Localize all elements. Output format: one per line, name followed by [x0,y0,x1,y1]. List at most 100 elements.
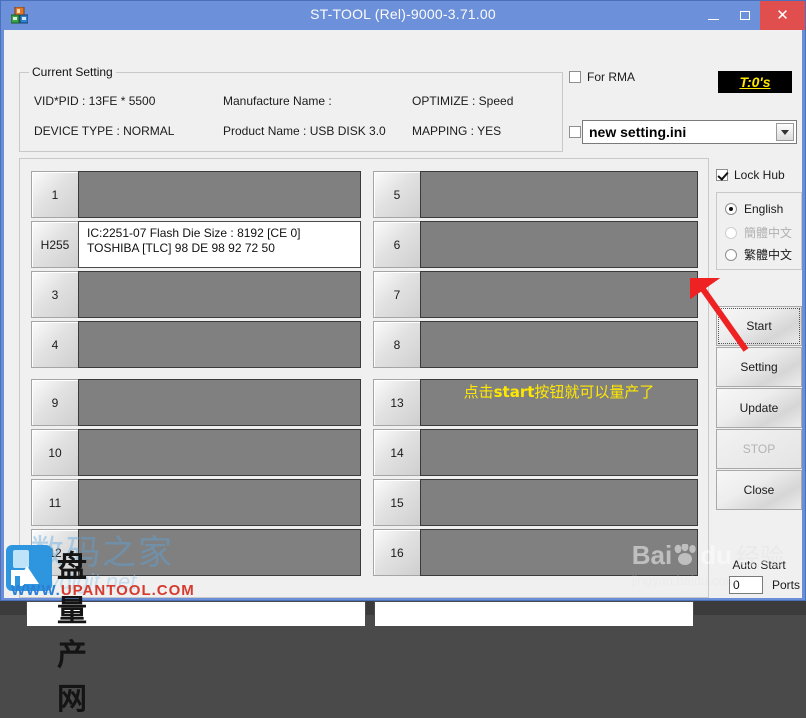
optimize-value: OPTIMIZE : Speed [412,94,514,108]
port-status [420,271,698,318]
auto-start-input[interactable]: 0 [729,576,763,594]
port-button[interactable]: 9 [31,379,78,426]
setting-button[interactable]: Setting [716,347,802,387]
port-button[interactable]: 13 [373,379,420,426]
port-button[interactable]: 6 [373,221,420,268]
port-status [420,171,698,218]
lock-hub-label: Lock Hub [734,168,785,182]
port-row[interactable]: 4 [31,321,361,368]
language-label: English [744,202,784,216]
port-button[interactable]: 3 [31,271,78,318]
port-status: IC:2251-07 Flash Die Size : 8192 [CE 0] … [78,221,361,268]
radio-dot-icon [725,226,737,239]
port-row[interactable]: 16 [373,529,698,576]
auto-start-row: 0 Ports [716,576,802,594]
port-button[interactable]: 7 [373,271,420,318]
port-row[interactable]: 10 [31,429,361,476]
for-rma-checkbox[interactable]: For RMA [569,70,635,84]
window-titlebar[interactable]: ST-TOOL (Rel)-9000-3.71.00 ✕ [1,1,805,30]
right-control-rail: Lock Hub English 簡體中文 繁體中文 Start Setting… [716,68,802,598]
port-row[interactable]: 14 [373,429,698,476]
language-radio-english[interactable]: English [725,202,783,216]
port-row[interactable]: 3 [31,271,361,318]
window-title: ST-TOOL (Rel)-9000-3.71.00 [310,6,496,22]
port-row[interactable]: 7 [373,271,698,318]
ports-panel: 1 H255 IC:2251-07 Flash Die Size : 8192 … [19,158,709,598]
current-setting-legend: Current Setting [29,65,116,79]
port-status-line: IC:2251-07 Flash Die Size : 8192 [CE 0] [87,226,301,240]
port-button[interactable]: 11 [31,479,78,526]
port-row[interactable]: 9 [31,379,361,426]
port-button[interactable]: 16 [373,529,420,576]
port-status [78,379,361,426]
vid-pid-value: VID*PID : 13FE * 5500 [34,94,156,108]
port-row[interactable]: 13 点击start按钮就可以量产了 [373,379,698,426]
port-row[interactable]: 15 [373,479,698,526]
screen: ST-TOOL (Rel)-9000-3.71.00 ✕ Current Set… [0,0,806,717]
hint-prefix: 点击 [463,383,494,401]
port-status [78,321,361,368]
port-row[interactable]: 11 [31,479,361,526]
port-status-line: TOSHIBA [TLC] 98 DE 98 92 72 50 [87,241,275,255]
lock-hub-checkbox-box[interactable] [716,169,728,181]
port-button[interactable]: 1 [31,171,78,218]
port-row[interactable]: 12 [31,529,361,576]
auto-start-unit-label: Ports [772,578,801,592]
current-setting-group: Current Setting VID*PID : 13FE * 5500 DE… [19,65,563,152]
port-status [78,429,361,476]
port-status [78,529,361,576]
st-tool-window: ST-TOOL (Rel)-9000-3.71.00 ✕ Current Set… [0,0,806,627]
port-row[interactable]: 1 [31,171,361,218]
close-window-button[interactable]: Close [716,470,802,510]
close-button[interactable]: ✕ [760,1,805,30]
ini-enable-checkbox[interactable] [569,126,581,138]
port-row[interactable]: 6 [373,221,698,268]
port-status: 点击start按钮就可以量产了 [420,379,698,426]
port-button[interactable]: 14 [373,429,420,476]
port-button[interactable]: 10 [31,429,78,476]
maximize-button[interactable] [729,1,760,30]
port-button[interactable]: 12 [31,529,78,576]
start-button[interactable]: Start [716,306,802,346]
port-status [78,479,361,526]
port-status [420,479,698,526]
manufacture-name-value: Manufacture Name : [223,94,332,108]
port-button[interactable]: H255 [31,221,78,268]
port-status [78,171,361,218]
for-rma-checkbox-box[interactable] [569,71,581,83]
hint-suffix: 按钮就可以量产了 [534,383,655,401]
hint-bold: start [493,383,535,401]
log-textbox-right[interactable] [374,601,694,627]
stop-button: STOP [716,429,802,469]
lock-hub-checkbox[interactable]: Lock Hub [716,168,785,182]
radio-dot-icon[interactable] [725,203,737,215]
port-status [420,429,698,476]
settings-file-value: new setting.ini [589,124,687,140]
language-label: 繁體中文 [744,248,793,262]
port-status [420,529,698,576]
auto-start-label: Auto Start [732,558,786,572]
mapping-value: MAPPING : YES [412,124,502,138]
log-textbox-left[interactable] [26,601,366,627]
minimize-button[interactable] [698,1,729,30]
port-button[interactable]: 4 [31,321,78,368]
language-label: 簡體中文 [744,226,793,240]
window-client-area: Current Setting VID*PID : 13FE * 5500 DE… [4,30,802,627]
port-button[interactable]: 5 [373,171,420,218]
update-button[interactable]: Update [716,388,802,428]
radio-dot-icon[interactable] [725,248,737,261]
window-controls: ✕ [698,1,805,30]
start-hint-annotation: 点击start按钮就可以量产了 [429,384,689,400]
device-type-value: DEVICE TYPE : NORMAL [34,124,175,138]
language-radio-group: English 簡體中文 繁體中文 [716,192,802,270]
port-row[interactable]: 8 [373,321,698,368]
language-radio-simplified-chinese: 簡體中文 [725,224,792,241]
for-rma-label: For RMA [587,70,635,84]
port-row[interactable]: 5 [373,171,698,218]
port-status [420,321,698,368]
port-row[interactable]: H255 IC:2251-07 Flash Die Size : 8192 [C… [31,221,361,268]
product-name-value: Product Name : USB DISK 3.0 [223,124,386,138]
port-button[interactable]: 8 [373,321,420,368]
language-radio-traditional-chinese[interactable]: 繁體中文 [725,246,792,263]
port-button[interactable]: 15 [373,479,420,526]
